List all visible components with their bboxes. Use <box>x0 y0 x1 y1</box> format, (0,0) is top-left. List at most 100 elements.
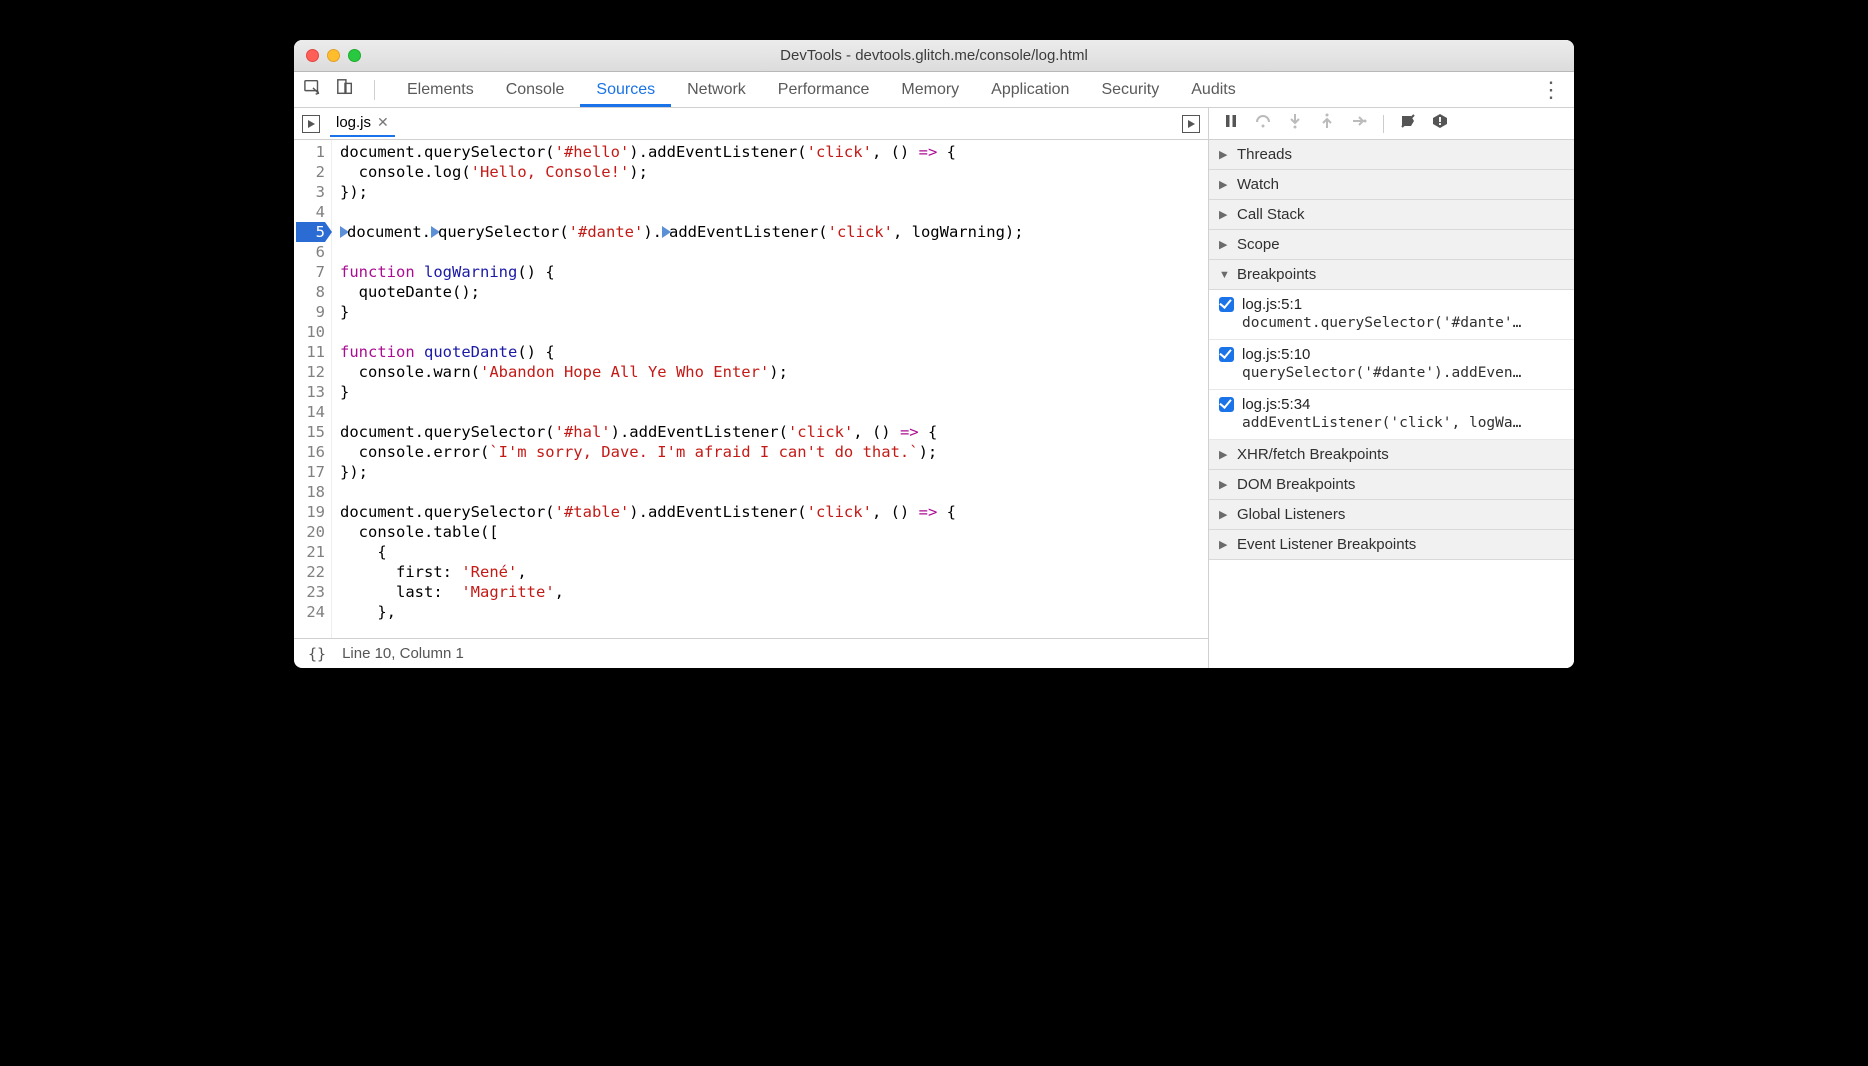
line-number[interactable]: 18 <box>296 482 325 502</box>
line-number[interactable]: 20 <box>296 522 325 542</box>
show-navigator-icon[interactable] <box>302 115 320 133</box>
debugger-sidebar: ▶Threads ▶Watch ▶Call Stack ▶Scope ▼Brea… <box>1209 108 1574 668</box>
code-line[interactable]: function quoteDante() { <box>340 342 1208 362</box>
line-number[interactable]: 5 <box>296 222 325 242</box>
code-line[interactable] <box>340 202 1208 222</box>
editor-footer: {} Line 10, Column 1 <box>294 638 1208 668</box>
code-line[interactable]: }, <box>340 602 1208 622</box>
code-line[interactable]: }); <box>340 182 1208 202</box>
line-number[interactable]: 1 <box>296 142 325 162</box>
panel-tabs: ElementsConsoleSourcesNetworkPerformance… <box>391 72 1252 107</box>
pane-scope[interactable]: ▶Scope <box>1209 230 1574 260</box>
line-number[interactable]: 15 <box>296 422 325 442</box>
code-line[interactable]: function logWarning() { <box>340 262 1208 282</box>
line-number[interactable]: 4 <box>296 202 325 222</box>
breakpoint-item[interactable]: log.js:5:10querySelector('#dante').addEv… <box>1209 340 1574 390</box>
pane-watch[interactable]: ▶Watch <box>1209 170 1574 200</box>
deactivate-breakpoints-icon[interactable] <box>1400 113 1416 134</box>
tab-elements[interactable]: Elements <box>391 72 490 107</box>
line-number[interactable]: 3 <box>296 182 325 202</box>
breakpoint-checkbox[interactable] <box>1219 347 1234 362</box>
breakpoints-list: log.js:5:1document.querySelector('#dante… <box>1209 290 1574 440</box>
line-number[interactable]: 7 <box>296 262 325 282</box>
line-number[interactable]: 11 <box>296 342 325 362</box>
pane-dom[interactable]: ▶DOM Breakpoints <box>1209 470 1574 500</box>
code-line[interactable]: last: 'Magritte', <box>340 582 1208 602</box>
tab-audits[interactable]: Audits <box>1175 72 1251 107</box>
code-line[interactable]: document.querySelector('#table').addEven… <box>340 502 1208 522</box>
line-number[interactable]: 2 <box>296 162 325 182</box>
pane-xhr[interactable]: ▶XHR/fetch Breakpoints <box>1209 440 1574 470</box>
line-number[interactable]: 13 <box>296 382 325 402</box>
breakpoint-source: document.querySelector('#dante'… <box>1219 315 1564 331</box>
line-number[interactable]: 17 <box>296 462 325 482</box>
code-line[interactable]: console.error(`I'm sorry, Dave. I'm afra… <box>340 442 1208 462</box>
breakpoint-checkbox[interactable] <box>1219 297 1234 312</box>
inspect-element-icon[interactable] <box>304 78 322 101</box>
code-line[interactable]: { <box>340 542 1208 562</box>
code-line[interactable]: quoteDante(); <box>340 282 1208 302</box>
tab-console[interactable]: Console <box>490 72 581 107</box>
code-line[interactable]: } <box>340 302 1208 322</box>
pane-global[interactable]: ▶Global Listeners <box>1209 500 1574 530</box>
pause-icon[interactable] <box>1223 113 1239 134</box>
file-tab[interactable]: log.js ✕ <box>330 110 395 137</box>
line-number[interactable]: 16 <box>296 442 325 462</box>
breakpoint-checkbox[interactable] <box>1219 397 1234 412</box>
breakpoint-location: log.js:5:10 <box>1242 346 1310 363</box>
pane-event[interactable]: ▶Event Listener Breakpoints <box>1209 530 1574 560</box>
step-over-icon[interactable] <box>1255 113 1271 134</box>
pretty-print-icon[interactable]: {} <box>308 645 326 663</box>
device-toolbar-icon[interactable] <box>336 78 354 101</box>
line-number[interactable]: 6 <box>296 242 325 262</box>
code-line[interactable]: first: 'René', <box>340 562 1208 582</box>
code-line[interactable] <box>340 482 1208 502</box>
file-tab-label: log.js <box>336 114 371 131</box>
line-number[interactable]: 22 <box>296 562 325 582</box>
line-gutter[interactable]: 123456789101112131415161718192021222324 <box>294 140 332 638</box>
step-into-icon[interactable] <box>1287 113 1303 134</box>
breakpoint-source: addEventListener('click', logWa… <box>1219 415 1564 431</box>
line-number[interactable]: 21 <box>296 542 325 562</box>
pane-breakpoints[interactable]: ▼Breakpoints <box>1209 260 1574 290</box>
line-number[interactable]: 9 <box>296 302 325 322</box>
code-line[interactable]: console.log('Hello, Console!'); <box>340 162 1208 182</box>
line-number[interactable]: 23 <box>296 582 325 602</box>
editor-tabbar: log.js ✕ <box>294 108 1208 140</box>
pane-threads[interactable]: ▶Threads <box>1209 140 1574 170</box>
tab-security[interactable]: Security <box>1085 72 1175 107</box>
line-number[interactable]: 8 <box>296 282 325 302</box>
tab-application[interactable]: Application <box>975 72 1085 107</box>
line-number[interactable]: 10 <box>296 322 325 342</box>
code-line[interactable] <box>340 402 1208 422</box>
line-number[interactable]: 12 <box>296 362 325 382</box>
cursor-status: Line 10, Column 1 <box>342 645 464 662</box>
code-line[interactable]: }); <box>340 462 1208 482</box>
tab-network[interactable]: Network <box>671 72 762 107</box>
code-line[interactable]: console.table([ <box>340 522 1208 542</box>
line-number[interactable]: 19 <box>296 502 325 522</box>
code-line[interactable] <box>340 322 1208 342</box>
tab-memory[interactable]: Memory <box>885 72 975 107</box>
step-icon[interactable] <box>1351 113 1367 134</box>
breakpoint-item[interactable]: log.js:5:1document.querySelector('#dante… <box>1209 290 1574 340</box>
code-line[interactable]: } <box>340 382 1208 402</box>
titlebar: DevTools - devtools.glitch.me/console/lo… <box>294 40 1574 72</box>
code-line[interactable]: document.querySelector('#hal').addEventL… <box>340 422 1208 442</box>
code-line[interactable]: console.warn('Abandon Hope All Ye Who En… <box>340 362 1208 382</box>
pause-on-exceptions-icon[interactable] <box>1432 113 1448 134</box>
pane-callstack[interactable]: ▶Call Stack <box>1209 200 1574 230</box>
tab-sources[interactable]: Sources <box>580 72 671 107</box>
close-tab-icon[interactable]: ✕ <box>377 114 389 131</box>
code-area[interactable]: document.querySelector('#hello').addEven… <box>332 140 1208 638</box>
show-debugger-icon[interactable] <box>1182 115 1200 133</box>
line-number[interactable]: 14 <box>296 402 325 422</box>
code-line[interactable]: document.querySelector('#dante').addEven… <box>340 222 1208 242</box>
code-line[interactable]: document.querySelector('#hello').addEven… <box>340 142 1208 162</box>
step-out-icon[interactable] <box>1319 113 1335 134</box>
more-menu-icon[interactable]: ⋮ <box>1528 77 1574 103</box>
tab-performance[interactable]: Performance <box>762 72 886 107</box>
breakpoint-item[interactable]: log.js:5:34addEventListener('click', log… <box>1209 390 1574 440</box>
line-number[interactable]: 24 <box>296 602 325 622</box>
code-line[interactable] <box>340 242 1208 262</box>
